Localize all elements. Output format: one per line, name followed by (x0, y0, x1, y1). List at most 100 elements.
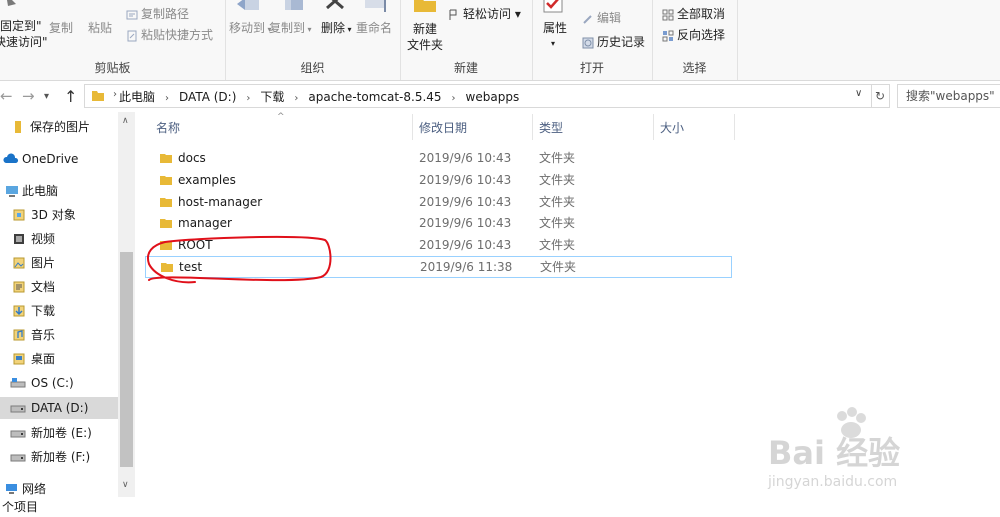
column-divider[interactable] (412, 114, 413, 140)
address-bar-row: ← → ▾ ↑ › 此电脑 › DATA (D:) › 下载 › apache-tomcat… (0, 81, 1000, 111)
copy-path-button[interactable]: 复制路径 (126, 6, 189, 22)
sidebar-item-network[interactable]: 网络 (0, 478, 118, 500)
paste-button[interactable]: 粘贴 (88, 20, 112, 36)
column-header-date[interactable]: 修改日期 (419, 116, 534, 144)
easy-access-button[interactable]: 轻松访问 ▾ (448, 6, 521, 22)
chevron-right-icon[interactable]: › (294, 93, 298, 104)
invert-selection-button[interactable]: 反向选择 (662, 27, 725, 43)
sidebar-item-documents[interactable]: 文档 (0, 276, 118, 298)
sidebar-item-pictures[interactable]: 图片 (0, 252, 118, 274)
scroll-up-icon[interactable]: ∧ (122, 116, 129, 126)
scrollbar-thumb[interactable] (120, 252, 133, 467)
select-none-button[interactable]: 全部取消 (662, 6, 725, 22)
copy-to-button[interactable]: 复制到 ▾ (269, 20, 312, 38)
column-header-type[interactable]: 类型 (539, 116, 654, 144)
copy-button[interactable]: 复制 (49, 20, 73, 36)
folder-icon (15, 121, 21, 133)
sidebar-item-onedrive[interactable]: OneDrive (0, 148, 118, 170)
chevron-right-icon[interactable]: › (452, 93, 456, 104)
column-divider[interactable] (734, 114, 735, 140)
sidebar-item-label: 图片 (31, 256, 56, 270)
address-history-dropdown[interactable]: ∨ (855, 88, 862, 99)
history-icon (582, 37, 594, 48)
sidebar-scrollbar[interactable]: ∧ ∨ (118, 112, 135, 497)
rename-icon (365, 0, 386, 12)
chevron-right-icon[interactable]: › (246, 93, 250, 104)
ribbon-group-organize: 移动到 ▾ 复制到 ▾ 删除 ▾ 重命名 组织 (225, 0, 401, 80)
sidebar-item-label: 下载 (31, 304, 56, 318)
sidebar-item-desktop[interactable]: 桌面 (0, 348, 118, 370)
select-group-label: 选择 (682, 61, 707, 75)
up-button[interactable]: ↑ (64, 87, 77, 106)
chevron-right-icon[interactable]: › (165, 93, 169, 104)
pin-quick-access-button[interactable]: 固定到" 快速访问" (0, 18, 48, 50)
sidebar-item-label: 保存的图片 (30, 120, 91, 134)
sidebar-item-label: 3D 对象 (31, 208, 76, 222)
file-type: 文件夹 (539, 173, 576, 187)
forward-button[interactable]: → (22, 87, 35, 105)
documents-icon (13, 281, 25, 293)
copy-label: 复制 (49, 21, 74, 35)
column-header-size[interactable]: 大小 (660, 116, 735, 144)
sidebar-item-downloads[interactable]: 下载 (0, 300, 118, 322)
file-date: 2019/9/6 10:43 (419, 238, 512, 252)
file-date: 2019/9/6 10:43 (419, 151, 512, 165)
cloud-icon (3, 153, 19, 163)
crumb-downloads[interactable]: 下载 (260, 90, 284, 104)
music-icon (13, 329, 25, 341)
column-header-type-label: 类型 (539, 121, 564, 135)
column-divider[interactable] (532, 114, 533, 140)
crumb-this-pc[interactable]: 此电脑 (119, 90, 155, 104)
address-box[interactable]: › 此电脑 › DATA (D:) › 下载 › apache-tomcat-8.5.45 ›… (84, 84, 872, 108)
sidebar-item-label: 此电脑 (22, 184, 59, 198)
open-group-label: 打开 (579, 61, 604, 75)
cube-icon (13, 209, 25, 221)
ribbon-group-new: 新建 文件夹 轻松访问 ▾ 新建 (400, 0, 533, 80)
sidebar-item-this-pc[interactable]: 此电脑 (0, 180, 118, 202)
delete-dropdown-icon: ▾ (345, 25, 352, 34)
search-input[interactable]: 搜索"webapps" (897, 84, 1000, 108)
ribbon-group-select: 全部取消 反向选择 选择 (652, 0, 738, 80)
invert-selection-label: 反向选择 (677, 28, 726, 42)
sidebar-item-label: 视频 (31, 232, 56, 246)
delete-button[interactable]: 删除 ▾ (321, 20, 352, 38)
refresh-button[interactable]: ↻ (871, 84, 890, 108)
history-label: 历史记录 (597, 35, 646, 49)
paste-shortcut-button[interactable]: 粘贴快捷方式 (126, 27, 213, 43)
recent-locations-button[interactable]: ▾ (44, 91, 49, 102)
new-folder-button[interactable]: 新建 文件夹 (407, 21, 443, 53)
select-none-label: 全部取消 (677, 7, 726, 21)
column-divider[interactable] (653, 114, 654, 140)
sidebar-item-new-volume-e[interactable]: 新加卷 (E:) (0, 422, 118, 444)
easy-access-label: 轻松访问 ▾ (463, 7, 521, 21)
select-none-icon (662, 9, 674, 20)
file-date: 2019/9/6 11:38 (420, 260, 513, 274)
back-button[interactable]: ← (0, 87, 13, 105)
paste-shortcut-label: 粘贴快捷方式 (141, 28, 214, 42)
sidebar-item-label: 新加卷 (E:) (31, 426, 92, 440)
sidebar-item-os-c[interactable]: OS (C:) (0, 372, 118, 394)
sidebar-item-music[interactable]: 音乐 (0, 324, 118, 346)
properties-button[interactable]: 属性 ▾ (543, 20, 567, 52)
edit-button[interactable]: 编辑 (582, 10, 621, 26)
crumb-data-drive[interactable]: DATA (D:) (179, 90, 236, 104)
crumb-webapps[interactable]: webapps (466, 90, 520, 104)
ribbon-group-clipboard: 固定到" 快速访问" 复制 粘贴 复制路径 粘贴快捷方式 剪贴板 (0, 0, 226, 80)
refresh-icon: ↻ (874, 89, 886, 103)
history-button[interactable]: 历史记录 (582, 34, 645, 50)
move-to-icon (237, 0, 259, 10)
rename-button[interactable]: 重命名 (356, 20, 392, 36)
sidebar-item-new-volume-f[interactable]: 新加卷 (F:) (0, 446, 118, 468)
sidebar-item-data-d[interactable]: DATA (D:) (0, 397, 118, 419)
copy-path-label: 复制路径 (141, 7, 190, 21)
crumb-tomcat[interactable]: apache-tomcat-8.5.45 (308, 90, 441, 104)
copy-to-dropdown-icon: ▾ (305, 25, 312, 34)
scroll-down-icon[interactable]: ∨ (122, 480, 129, 490)
sidebar-item-saved-pictures[interactable]: 保存的图片 (0, 116, 118, 138)
properties-icon (543, 0, 563, 13)
paste-shortcut-icon (127, 30, 137, 41)
drive-icon (10, 405, 26, 413)
move-to-button[interactable]: 移动到 ▾ (229, 20, 272, 38)
sidebar-item-videos[interactable]: 视频 (0, 228, 118, 250)
sidebar-item-3d-objects[interactable]: 3D 对象 (0, 204, 118, 226)
